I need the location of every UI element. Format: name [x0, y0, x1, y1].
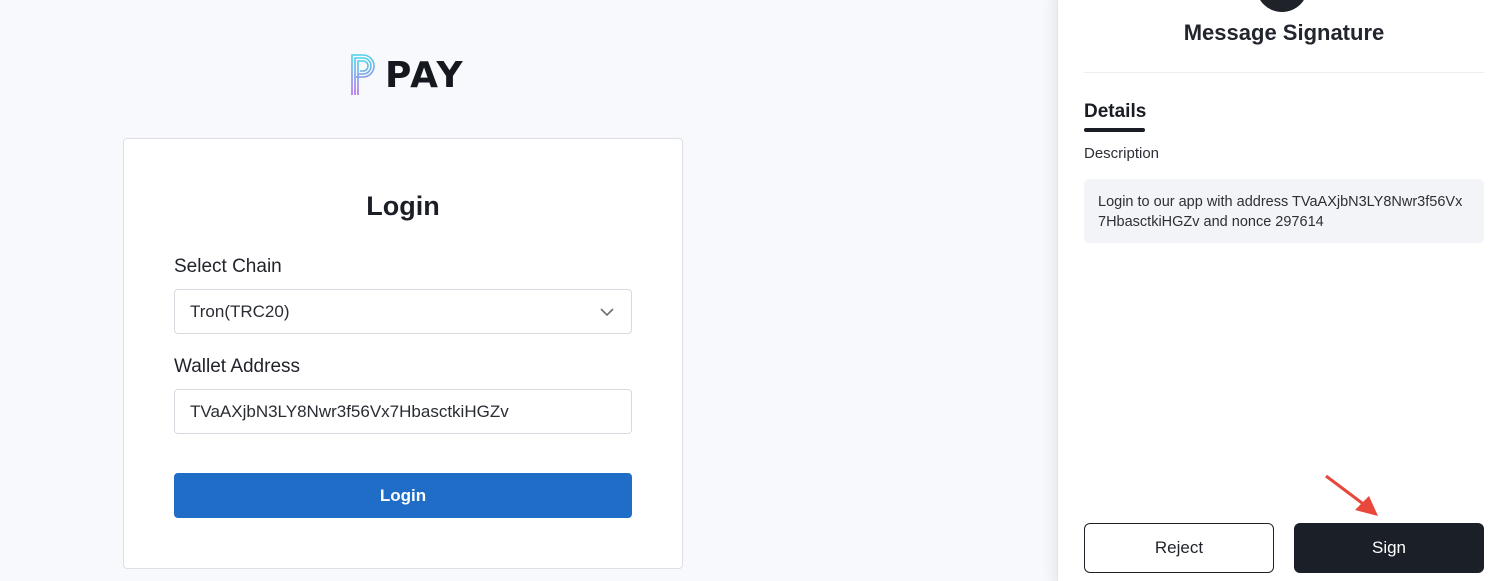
- description-label: Description: [1084, 145, 1160, 162]
- logo-text: PAY: [385, 54, 465, 96]
- sign-button[interactable]: Sign: [1294, 523, 1484, 573]
- reject-button[interactable]: Reject: [1084, 523, 1274, 573]
- divider: [1084, 72, 1484, 73]
- select-chain-label: Select Chain: [174, 256, 282, 277]
- description-text: Login to our app with address TVaAXjbN3L…: [1084, 179, 1484, 243]
- pointer-arrow-icon: [1325, 474, 1378, 516]
- pay-logo: PAY: [349, 53, 465, 97]
- login-title: Login: [366, 191, 440, 221]
- p-logo-icon: [351, 54, 375, 95]
- chevron-down-icon: [600, 308, 614, 317]
- panel-title: Message Signature: [1183, 20, 1385, 45]
- wallet-address-label: Wallet Address: [174, 356, 301, 377]
- chain-select-value: Tron(TRC20): [190, 301, 290, 321]
- wallet-address-input[interactable]: [174, 389, 632, 434]
- page: PAY Login Select Chain Tron(TRC20) Walle…: [0, 0, 1508, 581]
- tab-details-indicator: [1084, 128, 1145, 132]
- signature-panel: Message Signature Details Description Lo…: [1057, 0, 1508, 581]
- login-card: Login Select Chain Tron(TRC20) Wallet Ad…: [123, 138, 683, 569]
- login-button[interactable]: Login: [174, 473, 632, 518]
- tab-details[interactable]: Details: [1084, 101, 1146, 123]
- chain-select[interactable]: Tron(TRC20): [174, 289, 632, 334]
- wallet-avatar: [1256, 0, 1308, 12]
